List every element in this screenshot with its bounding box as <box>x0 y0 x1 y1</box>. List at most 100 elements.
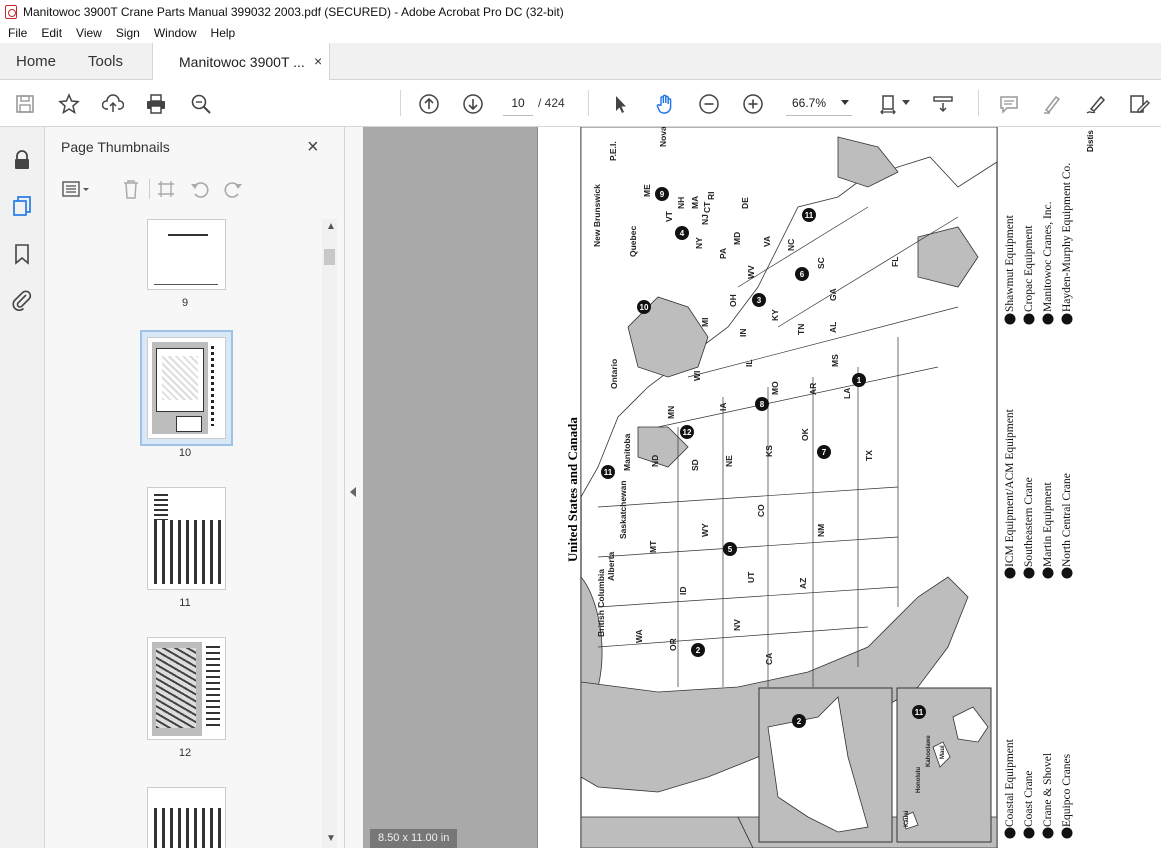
legend-item: Southeastern Crane <box>1023 477 1035 579</box>
chevron-down-icon[interactable] <box>902 100 910 105</box>
legend-item: North Central Crane <box>1061 473 1073 579</box>
region-label: Kauai <box>904 810 910 827</box>
menu-view[interactable]: View <box>76 26 102 40</box>
region-label: IL <box>744 359 754 367</box>
region-label: NH <box>676 197 686 209</box>
page-number-input[interactable]: 10 <box>503 90 533 116</box>
attachment-icon[interactable] <box>11 289 33 311</box>
svg-text:Cropac Equipment: Cropac Equipment <box>1023 225 1035 312</box>
dealer-marker: 5 <box>723 542 737 556</box>
scroll-mode-icon[interactable] <box>930 91 956 117</box>
save-icon[interactable] <box>12 91 38 117</box>
delete-page-icon[interactable] <box>120 178 142 200</box>
options-menu-icon[interactable] <box>61 178 89 200</box>
svg-text:8: 8 <box>760 400 765 409</box>
tab-tools[interactable]: Tools <box>88 53 123 70</box>
thumbnail-label: 11 <box>179 597 191 609</box>
region-label: Saskatchewan <box>618 480 628 539</box>
menu-help[interactable]: Help <box>211 26 236 40</box>
region-label: Manitoba <box>622 433 632 471</box>
region-label: PA <box>718 248 728 259</box>
region-label: VT <box>664 210 674 222</box>
menu-window[interactable]: Window <box>154 26 197 40</box>
toolbar-separator <box>588 90 589 116</box>
page-thumbnail-11[interactable] <box>147 487 226 590</box>
page-thumbnail-12[interactable] <box>147 637 226 740</box>
select-cursor-icon[interactable] <box>607 91 633 117</box>
svg-text:Coast Crane: Coast Crane <box>1023 770 1035 827</box>
rotate-right-icon[interactable] <box>222 178 244 200</box>
page-fit-icon[interactable] <box>876 91 902 117</box>
thumbnail-label: 9 <box>181 297 189 309</box>
upload-icon[interactable] <box>100 91 126 117</box>
panel-title: Page Thumbnails <box>61 139 170 155</box>
zoom-select[interactable]: 66.7% <box>786 90 852 116</box>
svg-text:6: 6 <box>800 270 805 279</box>
hand-icon[interactable] <box>652 91 678 117</box>
toolbar-separator <box>978 90 979 116</box>
chevron-left-icon[interactable] <box>350 487 356 497</box>
zoom-in-icon[interactable] <box>740 91 766 117</box>
tab-document[interactable]: Manitowoc 3900T ... × <box>152 43 330 80</box>
region-label: TN <box>796 324 806 335</box>
svg-text:North Central Crane: North Central Crane <box>1061 473 1073 567</box>
svg-text:11: 11 <box>805 211 814 220</box>
legend-item: Martin Equipment <box>1042 482 1054 579</box>
region-label: MS <box>830 354 840 367</box>
tab-home[interactable]: Home <box>16 53 56 70</box>
extract-pages-icon[interactable] <box>155 178 177 200</box>
scroll-up-icon[interactable]: ▲ <box>326 221 336 232</box>
panel-collapse-handle[interactable] <box>345 127 363 848</box>
region-label: RI <box>706 192 716 201</box>
region-label: UT <box>746 571 756 583</box>
region-label: DE <box>740 197 750 209</box>
tab-close-icon[interactable]: × <box>314 53 322 69</box>
region-label: MD <box>732 232 742 245</box>
scrollbar-thumb[interactable] <box>324 249 335 265</box>
region-label: New Brunswick <box>592 184 602 247</box>
svg-text:7: 7 <box>822 448 827 457</box>
region-label: LA <box>842 388 852 399</box>
page-down-icon[interactable] <box>460 91 486 117</box>
toolbar-separator <box>400 90 401 116</box>
window-title: Manitowoc 3900T Crane Parts Manual 39903… <box>23 4 564 19</box>
close-icon[interactable]: × <box>307 136 319 159</box>
menu-file[interactable]: File <box>8 26 27 40</box>
svg-text:11: 11 <box>915 708 924 717</box>
page-thumbnail-10[interactable] <box>147 337 226 439</box>
zoom-out-icon[interactable] <box>696 91 722 117</box>
edit-icon[interactable] <box>1126 91 1152 117</box>
region-label: AR <box>808 383 818 395</box>
region-label: MT <box>648 540 658 553</box>
dealer-marker: 12 <box>680 425 694 439</box>
tab-document-label: Manitowoc 3900T ... <box>179 54 305 70</box>
menu-edit[interactable]: Edit <box>41 26 62 40</box>
document-viewport[interactable]: United States and Canada P.E.I. Nova Sco… <box>363 127 1161 848</box>
thumbnail-label: 12 <box>178 747 192 759</box>
print-icon[interactable] <box>143 91 169 117</box>
search-zoom-icon[interactable] <box>188 91 214 117</box>
rotate-left-icon[interactable] <box>189 178 211 200</box>
svg-text:1: 1 <box>857 376 862 385</box>
sign-icon[interactable] <box>1083 91 1109 117</box>
region-label: Kahoolawe <box>926 735 932 767</box>
region-label: NV <box>732 619 742 631</box>
bookmark-star-icon[interactable] <box>56 91 82 117</box>
pages-icon[interactable] <box>11 195 33 217</box>
region-label: NY <box>694 237 704 249</box>
menu-sign[interactable]: Sign <box>116 26 140 40</box>
page-up-icon[interactable] <box>416 91 442 117</box>
acrobat-app-icon <box>5 4 17 19</box>
pdf-page: United States and Canada P.E.I. Nova Sco… <box>537 127 1161 848</box>
svg-text:12: 12 <box>683 428 692 437</box>
page-thumbnail-13[interactable] <box>147 787 226 848</box>
svg-text:9: 9 <box>660 190 665 199</box>
comment-icon[interactable] <box>996 91 1022 117</box>
lock-icon[interactable] <box>11 149 33 171</box>
thumbnail-scrollbar[interactable]: ▲ ▼ <box>322 219 337 848</box>
region-label: GA <box>828 288 838 301</box>
highlight-icon[interactable] <box>1039 91 1065 117</box>
page-thumbnail-9[interactable] <box>147 219 226 290</box>
bookmark-icon[interactable] <box>11 243 33 265</box>
scroll-down-icon[interactable]: ▼ <box>326 833 336 844</box>
